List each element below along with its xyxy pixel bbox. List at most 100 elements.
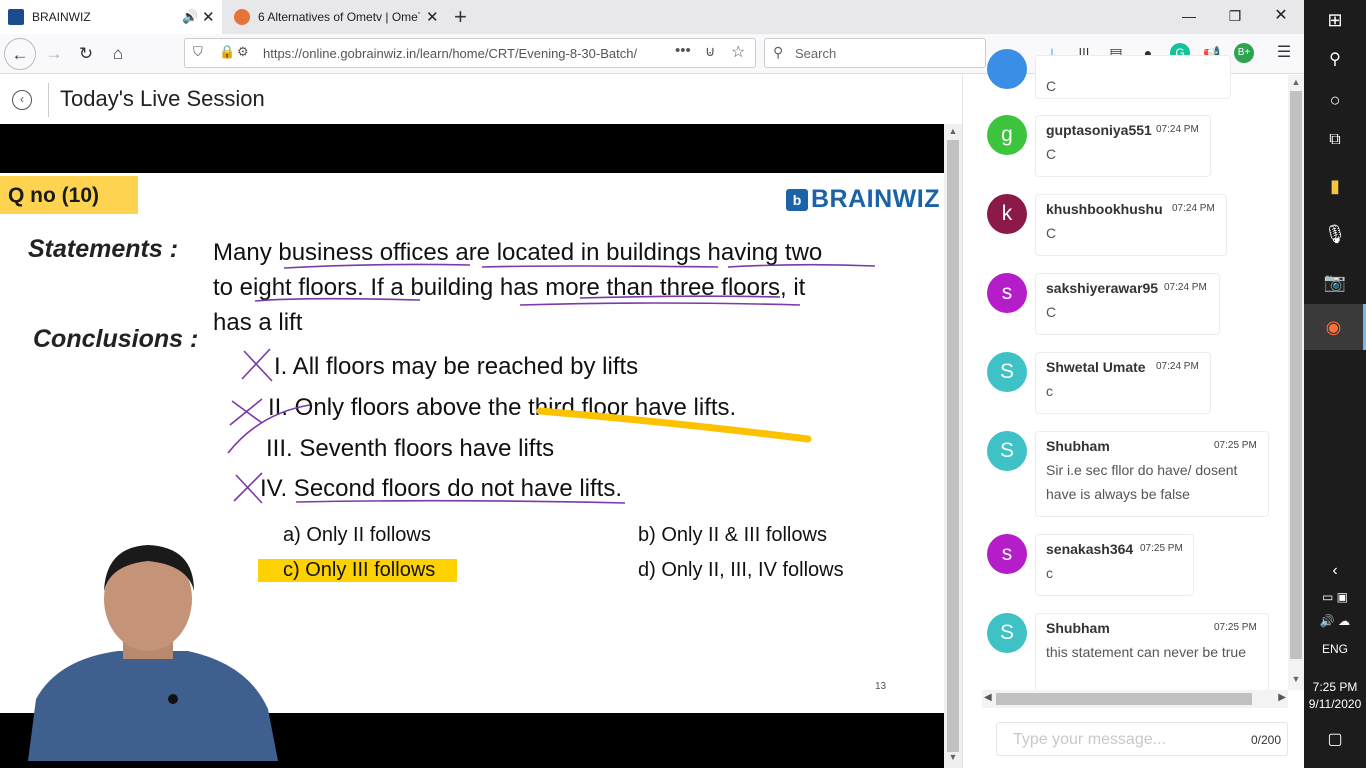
close-tab-icon[interactable]: ✕ xyxy=(202,8,215,26)
file-explorer-icon[interactable]: ▮ xyxy=(1304,168,1366,204)
page-header: ‹ Today's Live Session xyxy=(0,75,962,125)
underline-stroke xyxy=(579,295,781,299)
network-battery-icon[interactable]: ▭ ▣ xyxy=(1304,586,1366,608)
back-arrow-icon[interactable]: ‹ xyxy=(12,90,32,110)
close-window-button[interactable]: ✕ xyxy=(1258,0,1304,34)
shield-icon[interactable]: ⛉ xyxy=(193,44,203,60)
scroll-up-icon[interactable]: ▲ xyxy=(1287,77,1305,91)
message-text: C xyxy=(1046,146,1057,162)
message-bubble: senakash364 07:25 PM c xyxy=(1035,534,1194,596)
extension-b-icon[interactable]: B+ xyxy=(1234,43,1254,63)
avatar: g xyxy=(987,115,1027,155)
scroll-down-icon[interactable]: ▼ xyxy=(1287,674,1305,688)
highlight-stroke xyxy=(536,407,812,443)
language-indicator[interactable]: ENG xyxy=(1304,642,1366,656)
message-username: senakash364 xyxy=(1046,541,1134,557)
menu-icon[interactable]: ☰ xyxy=(1274,43,1294,63)
avatar xyxy=(987,49,1027,89)
message-username: sakshiyerawar95 xyxy=(1046,280,1159,296)
tick-stroke xyxy=(227,404,311,454)
lock-icon[interactable]: 🔒 xyxy=(219,44,235,60)
cortana-icon[interactable]: ○ xyxy=(1304,86,1366,114)
message-bubble: khushbookhushu 07:24 PM C xyxy=(1035,194,1227,256)
message-time: 07:24 PM xyxy=(1156,124,1199,135)
message-time: 07:24 PM xyxy=(1156,361,1199,372)
windows-start-icon[interactable]: ⊞ xyxy=(1304,6,1366,34)
message-username: guptasoniya551 xyxy=(1046,122,1152,138)
notification-center-icon[interactable]: ▢ xyxy=(1304,728,1366,752)
underline-stroke xyxy=(481,265,719,268)
underline-stroke xyxy=(295,499,626,504)
underline-stroke xyxy=(727,263,876,268)
cross-mark xyxy=(241,348,273,382)
microphone-icon[interactable]: 🎙 xyxy=(1304,216,1366,252)
chat-horizontal-scrollbar[interactable]: ◀ ▶ xyxy=(982,690,1288,708)
message-text: C xyxy=(1046,78,1057,94)
windows-taskbar: ⊞ ⚲ ○ ⧉ ▮ 🎙 📷 ◉ ‹ ▭ ▣ 🔊 ☁ ENG 7:25 PM 9/… xyxy=(1304,0,1366,768)
close-tab-icon[interactable]: ✕ xyxy=(426,8,439,26)
underline-stroke xyxy=(283,263,471,269)
back-button[interactable]: ← xyxy=(4,38,36,70)
chat-panel: C g guptasoniya551 07:24 PM C k khushboo… xyxy=(962,49,1304,768)
scroll-down-icon[interactable]: ▼ xyxy=(944,752,962,766)
home-button[interactable]: ⌂ xyxy=(102,38,134,70)
tab-ometv[interactable]: 6 Alternatives of Ometv | OmeT ✕ xyxy=(226,0,448,34)
scrollbar-thumb[interactable] xyxy=(1290,91,1302,659)
avatar: s xyxy=(987,534,1027,574)
forward-button[interactable]: → xyxy=(38,38,70,70)
new-tab-button[interactable]: + xyxy=(454,4,467,30)
avatar: S xyxy=(987,613,1027,653)
clock-date[interactable]: 9/11/2020 xyxy=(1304,697,1366,711)
message-text: Sir i.e sec fllor do have/ dosent have i… xyxy=(1046,462,1238,502)
message-text: c xyxy=(1046,383,1053,399)
camera-icon[interactable]: 📷 xyxy=(1304,264,1366,300)
scrollbar-thumb[interactable] xyxy=(947,140,959,752)
reload-button[interactable]: ↻ xyxy=(70,38,102,70)
volume-icon[interactable]: 🔊 ☁ xyxy=(1304,610,1366,632)
pocket-icon[interactable]: ⊍ xyxy=(705,43,715,60)
chat-scrollbar[interactable]: ▲ ▼ xyxy=(1288,75,1304,690)
scroll-up-icon[interactable]: ▲ xyxy=(944,126,962,140)
ometv-favicon-icon xyxy=(234,9,250,25)
underline-stroke xyxy=(519,302,801,306)
presenter-video xyxy=(28,545,278,761)
show-hidden-icons-chevron-icon[interactable]: ‹ xyxy=(1304,560,1366,582)
message-input-placeholder: Type your message... xyxy=(1013,731,1166,748)
message-time: 07:24 PM xyxy=(1172,203,1215,214)
cross-mark xyxy=(233,472,263,504)
speaker-icon[interactable]: 🔊 xyxy=(182,9,198,25)
message-bubble: C xyxy=(1035,55,1231,99)
permissions-icon[interactable]: ⚙ xyxy=(237,44,249,60)
tab-brainwiz[interactable]: BRAINWIZ 🔊 ✕ xyxy=(0,0,222,34)
video-scrollbar[interactable]: ▲ ▼ xyxy=(944,124,962,768)
scrollbar-thumb[interactable] xyxy=(996,693,1252,705)
address-bar[interactable]: ⛉ 🔒 ⚙ https://online.gobrainwiz.in/learn… xyxy=(184,38,756,68)
url-text: https://online.gobrainwiz.in/learn/home/… xyxy=(263,46,638,61)
message-bubble: Shwetal Umate 07:24 PM c xyxy=(1035,352,1211,414)
avatar: s xyxy=(987,273,1027,313)
message-time: 07:25 PM xyxy=(1214,440,1257,451)
restore-button[interactable]: ❐ xyxy=(1212,0,1258,34)
minimize-button[interactable]: — xyxy=(1166,0,1212,34)
chat-message-input[interactable]: Type your message... 0/200 xyxy=(996,722,1288,756)
scroll-right-icon[interactable]: ▶ xyxy=(1278,692,1286,703)
message-username: Shubham xyxy=(1046,620,1110,636)
bookmark-star-icon[interactable]: ☆ xyxy=(731,42,745,62)
message-time: 07:25 PM xyxy=(1140,543,1183,554)
search-icon[interactable]: ⚲ xyxy=(1304,46,1366,74)
search-icon: ⚲ xyxy=(773,44,784,60)
live-video-player[interactable]: Q no (10) b BRAINWIZ Statements : Many b… xyxy=(0,124,944,768)
message-bubble: guptasoniya551 07:24 PM C xyxy=(1035,115,1211,177)
scroll-left-icon[interactable]: ◀ xyxy=(984,692,992,703)
more-actions-icon[interactable]: ••• xyxy=(675,42,691,59)
message-text: C xyxy=(1046,225,1057,241)
avatar: S xyxy=(987,352,1027,392)
search-bar[interactable]: ⚲ Search xyxy=(764,38,986,68)
firefox-icon[interactable]: ◉ xyxy=(1304,304,1366,350)
cross-mark xyxy=(229,398,263,426)
message-bubble: Shubham 07:25 PM this statement can neve… xyxy=(1035,613,1269,691)
tab-strip: BRAINWIZ 🔊 ✕ 6 Alternatives of Ometv | O… xyxy=(0,0,1304,34)
message-text: this statement can never be true xyxy=(1046,644,1246,660)
task-view-icon[interactable]: ⧉ xyxy=(1304,126,1366,154)
clock-time[interactable]: 7:25 PM xyxy=(1304,680,1366,694)
